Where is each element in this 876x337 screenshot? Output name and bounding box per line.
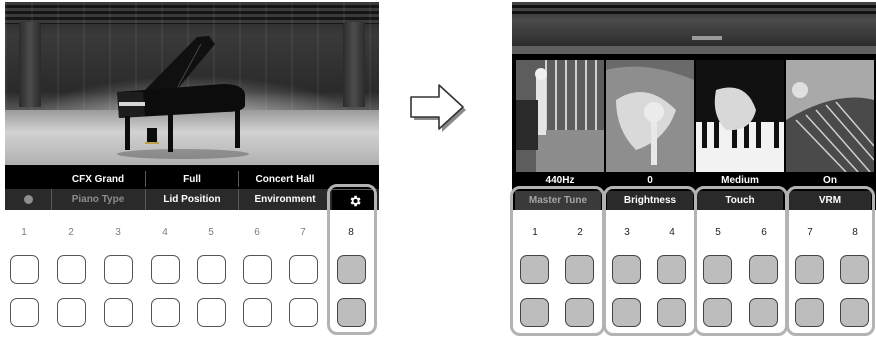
vrm-photo: [786, 60, 874, 172]
button-7-upper[interactable]: [795, 255, 824, 284]
button-5-upper[interactable]: [703, 255, 732, 284]
master-tune-photo: [516, 60, 604, 172]
environment-value: Concert Hall: [255, 173, 315, 185]
button-6-upper[interactable]: [749, 255, 778, 284]
button-number-7: 7: [300, 227, 306, 238]
button-2-upper[interactable]: [57, 255, 86, 284]
button-6-upper[interactable]: [243, 255, 272, 284]
touch-photo: [696, 60, 784, 172]
status-dot-icon: [23, 195, 33, 204]
status-dot-cell: [5, 189, 51, 210]
divider: [238, 189, 239, 210]
overlay-border: [512, 46, 876, 54]
button-number-7: 7: [807, 227, 813, 238]
left-display-screen: CFX Grand Full Concert Hall Piano Type L…: [5, 2, 379, 210]
button-number-5: 5: [715, 227, 721, 238]
button-7-lower[interactable]: [795, 298, 824, 327]
button-1-upper[interactable]: [10, 255, 39, 284]
right-arrow-icon: [410, 84, 466, 132]
button-number-6: 6: [254, 227, 260, 238]
button-8-upper[interactable]: [337, 255, 366, 284]
button-number-5: 5: [208, 227, 214, 238]
button-4-lower[interactable]: [151, 298, 180, 327]
brightness-photo: [606, 60, 694, 172]
button-5-lower[interactable]: [703, 298, 732, 327]
button-6-lower[interactable]: [749, 298, 778, 327]
button-5-upper[interactable]: [197, 255, 226, 284]
concert-hall-stage-image: [5, 2, 379, 165]
button-number-8: 8: [348, 227, 354, 238]
button-4-upper[interactable]: [657, 255, 686, 284]
divider: [238, 171, 239, 187]
button-2-upper[interactable]: [565, 255, 594, 284]
parameter-values-row: CFX Grand Full Concert Hall: [5, 169, 379, 189]
button-number-4: 4: [669, 227, 675, 238]
parameter-labels-row: Piano Type Lid Position Environment: [5, 189, 379, 210]
button-8-upper[interactable]: [840, 255, 869, 284]
divider: [51, 189, 52, 210]
button-2-lower[interactable]: [565, 298, 594, 327]
button-7-lower[interactable]: [289, 298, 318, 327]
button-3-lower[interactable]: [612, 298, 641, 327]
stage-pillar: [19, 22, 41, 107]
button-number-8: 8: [852, 227, 858, 238]
button-3-upper[interactable]: [104, 255, 133, 284]
button-8-lower[interactable]: [337, 298, 366, 327]
button-7-upper[interactable]: [289, 255, 318, 284]
right-display-screen: 440Hz 0 Medium On: [512, 2, 876, 210]
button-number-2: 2: [577, 227, 583, 238]
grand-piano-icon: [117, 36, 249, 159]
button-number-1: 1: [532, 227, 538, 238]
button-1-lower[interactable]: [10, 298, 39, 327]
stage-ceiling: [512, 2, 876, 14]
piano-type-value: CFX Grand: [71, 173, 125, 185]
piano-type-label[interactable]: Piano Type: [51, 189, 145, 210]
button-8-lower[interactable]: [840, 298, 869, 327]
lid-position-label[interactable]: Lid Position: [146, 189, 238, 210]
lid-position-value: Full: [183, 173, 201, 185]
environment-label[interactable]: Environment: [239, 189, 331, 210]
button-4-upper[interactable]: [151, 255, 180, 284]
piano-strings-image: [786, 60, 874, 172]
button-3-upper[interactable]: [612, 255, 641, 284]
button-number-6: 6: [761, 227, 767, 238]
dimmed-stage-image: [512, 2, 876, 46]
button-4-lower[interactable]: [657, 298, 686, 327]
button-1-upper[interactable]: [520, 255, 549, 284]
button-number-2: 2: [68, 227, 74, 238]
piano-voicing-image: [606, 60, 694, 172]
button-6-lower[interactable]: [243, 298, 272, 327]
button-1-lower[interactable]: [520, 298, 549, 327]
button-number-4: 4: [162, 227, 168, 238]
button-3-lower[interactable]: [104, 298, 133, 327]
hands-on-keys-image: [696, 60, 784, 172]
stage-piano-mini: [692, 36, 722, 40]
button-number-3: 3: [115, 227, 121, 238]
button-number-3: 3: [624, 227, 630, 238]
stage-pillar: [343, 22, 365, 107]
button-2-lower[interactable]: [57, 298, 86, 327]
button-5-lower[interactable]: [197, 298, 226, 327]
tuning-microphone-image: [516, 60, 604, 172]
divider: [145, 189, 146, 210]
divider: [145, 171, 146, 187]
button-number-1: 1: [21, 227, 27, 238]
